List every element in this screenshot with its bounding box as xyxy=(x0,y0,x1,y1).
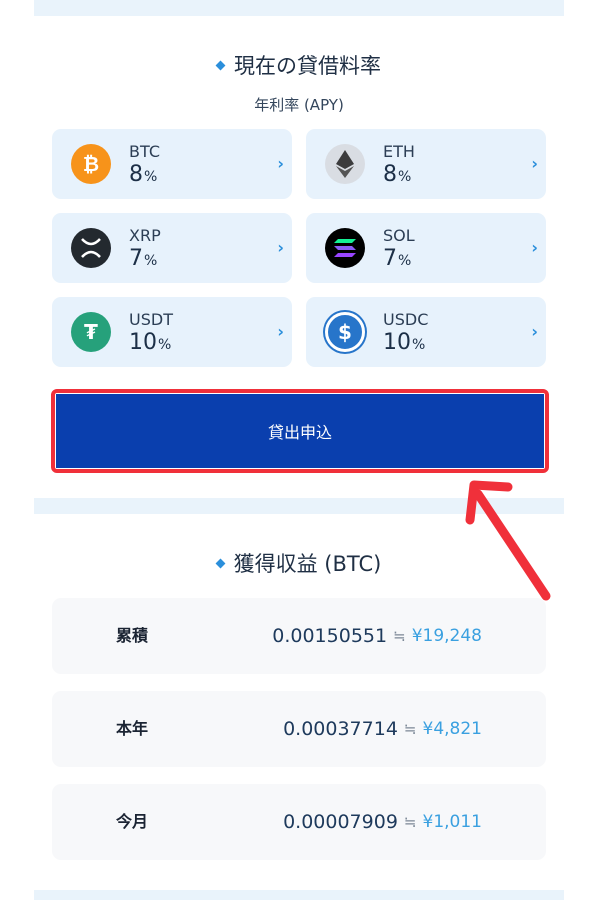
rates-title-text: 現在の貸借料率 xyxy=(234,54,381,78)
coin-tile-usdc[interactable]: $ USDC 10% › xyxy=(306,297,546,367)
coin-tile-btc[interactable]: ₿ BTC 8% › xyxy=(52,129,292,199)
coin-rate: 8% xyxy=(383,162,412,187)
coin-symbol: XRP xyxy=(129,226,161,245)
coin-tile-usdt[interactable]: ₮ USDT 10% › xyxy=(52,297,292,367)
lending-apply-button[interactable]: 貸出申込 xyxy=(56,394,544,468)
earnings-btc: 0.00007909 xyxy=(283,811,398,833)
earnings-jpy: ¥4,821 xyxy=(422,719,482,739)
coin-rate: 7% xyxy=(383,246,412,271)
approx-symbol: ≒ xyxy=(393,627,406,645)
earnings-label: 本年 xyxy=(116,719,149,738)
earnings-values: 0.00150551 ≒ ¥19,248 xyxy=(272,598,482,674)
chevron-right-icon: › xyxy=(531,238,538,257)
chevron-right-icon: › xyxy=(277,322,284,341)
earnings-row-this-year: 本年 0.00037714 ≒ ¥4,821 xyxy=(52,691,546,767)
rates-title: 現在の貸借料率 xyxy=(34,50,564,80)
chevron-right-icon: › xyxy=(531,322,538,341)
chevron-right-icon: › xyxy=(277,154,284,173)
ethereum-icon xyxy=(325,144,365,184)
earnings-values: 0.00037714 ≒ ¥4,821 xyxy=(283,691,482,767)
usdc-icon: $ xyxy=(325,312,365,352)
earnings-label: 累積 xyxy=(116,626,149,645)
coin-symbol: BTC xyxy=(129,142,160,161)
diamond-bullet-icon xyxy=(215,60,226,70)
coin-rate: 8% xyxy=(129,162,158,187)
earnings-jpy: ¥19,248 xyxy=(411,626,482,646)
coin-symbol: SOL xyxy=(383,226,415,245)
earnings-values: 0.00007909 ≒ ¥1,011 xyxy=(283,784,482,860)
earnings-card: 獲得収益 (BTC) 累積 0.00150551 ≒ ¥19,248 本年 0.… xyxy=(34,514,564,890)
coin-rate: 7% xyxy=(129,246,158,271)
lending-rates-card: 現在の貸借料率 年利率 (APY) ₿ BTC 8% › ETH 8% › XR… xyxy=(34,16,564,498)
earnings-title: 獲得収益 (BTC) xyxy=(34,548,564,578)
apy-subtitle: 年利率 (APY) xyxy=(254,96,344,114)
tether-icon: ₮ xyxy=(71,312,111,352)
chevron-right-icon: › xyxy=(531,154,538,173)
earnings-label: 今月 xyxy=(116,812,149,831)
coin-symbol: ETH xyxy=(383,142,415,161)
bitcoin-icon: ₿ xyxy=(71,144,111,184)
diamond-bullet-icon xyxy=(215,558,226,568)
solana-icon xyxy=(325,228,365,268)
coin-symbol: USDT xyxy=(129,310,173,329)
coin-tile-xrp[interactable]: XRP 7% › xyxy=(52,213,292,283)
earnings-jpy: ¥1,011 xyxy=(422,812,482,832)
chevron-right-icon: › xyxy=(277,238,284,257)
approx-symbol: ≒ xyxy=(403,813,417,831)
coin-rate: 10% xyxy=(383,330,426,355)
earnings-btc: 0.00037714 xyxy=(283,718,398,740)
earnings-title-text: 獲得収益 (BTC) xyxy=(233,552,382,576)
coin-symbol: USDC xyxy=(383,310,429,329)
coin-tile-sol[interactable]: SOL 7% › xyxy=(306,213,546,283)
coin-rate: 10% xyxy=(129,330,172,355)
earnings-btc: 0.00150551 xyxy=(272,625,388,647)
xrp-icon xyxy=(71,228,111,268)
approx-symbol: ≒ xyxy=(403,720,417,738)
earnings-row-cumulative: 累積 0.00150551 ≒ ¥19,248 xyxy=(52,598,546,674)
earnings-row-this-month: 今月 0.00007909 ≒ ¥1,011 xyxy=(52,784,546,860)
coin-tile-eth[interactable]: ETH 8% › xyxy=(306,129,546,199)
